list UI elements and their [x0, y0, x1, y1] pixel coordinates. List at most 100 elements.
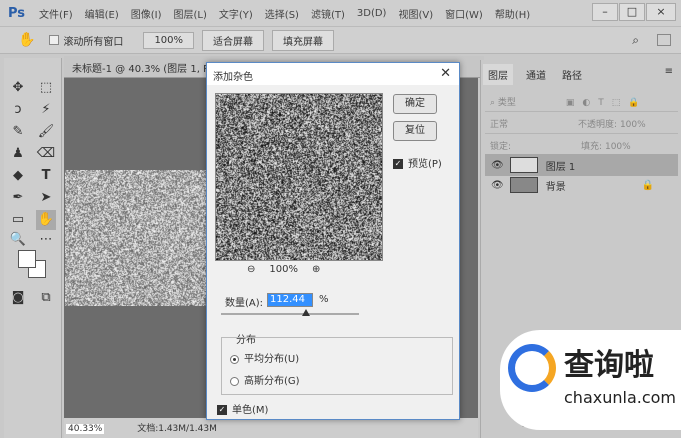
- brush-icon[interactable]: 🖌: [36, 122, 56, 142]
- screen-mode-icon[interactable]: ⧉: [36, 288, 56, 308]
- layer-filter-row: ⌕ 类型 ▣◐T⬚🔒: [485, 90, 678, 112]
- menu-3d[interactable]: 3D(D): [357, 8, 387, 19]
- layer-thumbnail: [510, 157, 538, 173]
- amount-slider[interactable]: [221, 313, 359, 315]
- filter-icons[interactable]: ▣◐T⬚🔒: [566, 98, 648, 108]
- panel-menu-icon[interactable]: ≡: [665, 66, 673, 77]
- search-icon[interactable]: ⌕: [632, 33, 639, 48]
- ok-button[interactable]: 确定: [393, 94, 437, 114]
- menu-edit[interactable]: 编辑(E): [85, 6, 119, 21]
- amount-label: 数量(A):: [225, 294, 263, 309]
- zoom-100-button[interactable]: 100%: [143, 32, 194, 49]
- preview-label: 预览(P): [408, 159, 442, 170]
- menu-file[interactable]: 文件(F): [39, 6, 73, 21]
- zoom-in-icon[interactable]: ⊕: [312, 264, 320, 275]
- hand-tool-icon[interactable]: ✋: [36, 210, 56, 230]
- gaussian-label: 高斯分布(G): [244, 376, 300, 387]
- add-noise-dialog: 添加杂色 ✕ 确定 复位 ✓ 预览(P) ⊖ 100% ⊕ 数量(A): 112.4…: [206, 62, 460, 420]
- opacity-value[interactable]: 100%: [620, 120, 646, 130]
- amount-unit: %: [319, 294, 329, 305]
- lock-row: 锁定: 填充: 100%: [485, 134, 678, 156]
- layer-name: 图层 1: [546, 158, 576, 173]
- layer-row[interactable]: 👁 背景 🔒: [485, 174, 678, 196]
- close-icon[interactable]: ✕: [440, 66, 451, 81]
- watermark-url: chaxunla.com: [564, 388, 676, 407]
- preview-checkbox-row[interactable]: ✓ 预览(P): [393, 155, 442, 170]
- quick-mask-icon[interactable]: ◙: [8, 288, 28, 308]
- tab-channels[interactable]: 通道: [521, 64, 551, 85]
- eyedropper-icon[interactable]: ✎: [8, 122, 28, 142]
- gaussian-radio-row[interactable]: 高斯分布(G): [230, 372, 300, 387]
- move-tool-icon[interactable]: ✥: [8, 78, 28, 98]
- eraser-icon[interactable]: ⌫: [36, 144, 56, 164]
- lock-label: 锁定:: [490, 142, 511, 152]
- layer-thumbnail: [510, 177, 538, 193]
- stamp-tool-icon[interactable]: ♟: [8, 144, 28, 164]
- doc-size: 文档:1.43M/1.43M: [137, 424, 217, 434]
- toolbox: ✥ ⬚ ↄ ⚡ ✎ 🖌 ♟ ⌫ ◆ T ✒ ➤ ▭ ✋ 🔍 ⋯ ◙ ⧉: [4, 58, 62, 438]
- filter-kind[interactable]: 类型: [498, 98, 516, 108]
- type-tool-icon[interactable]: T: [36, 166, 56, 186]
- amount-input[interactable]: 112.44: [267, 293, 313, 307]
- menu-image[interactable]: 图像(I): [131, 6, 162, 21]
- slider-thumb[interactable]: [302, 309, 310, 316]
- visibility-eye-icon[interactable]: 👁: [491, 160, 504, 171]
- menu-select[interactable]: 选择(S): [265, 6, 299, 21]
- blend-mode[interactable]: 正常: [490, 120, 508, 130]
- maximize-button[interactable]: □: [619, 3, 645, 21]
- mono-checkbox-row[interactable]: ✓ 单色(M): [217, 401, 268, 416]
- fill-label: 填充:: [581, 142, 602, 152]
- scroll-all-label: 滚动所有窗口: [63, 33, 123, 48]
- marquee-tool-icon[interactable]: ⬚: [36, 78, 56, 98]
- opacity-label: 不透明度:: [578, 120, 617, 130]
- menu-help[interactable]: 帮助(H): [495, 6, 530, 21]
- fit-screen-button[interactable]: 适合屏幕: [202, 30, 264, 51]
- pen-tool-icon[interactable]: ✒: [8, 188, 28, 208]
- visibility-eye-icon[interactable]: 👁: [491, 180, 504, 191]
- menu-filter[interactable]: 滤镜(T): [311, 6, 345, 21]
- fill-screen-button[interactable]: 填充屏幕: [272, 30, 334, 51]
- menu-view[interactable]: 视图(V): [398, 6, 433, 21]
- uniform-radio[interactable]: [230, 355, 239, 364]
- status-bar: 40.33% 文档:1.43M/1.43M: [64, 418, 478, 438]
- preview-checkbox[interactable]: ✓: [393, 159, 403, 169]
- uniform-radio-row[interactable]: 平均分布(U): [230, 350, 299, 365]
- uniform-label: 平均分布(U): [244, 354, 299, 365]
- gaussian-radio[interactable]: [230, 377, 239, 386]
- menu-window[interactable]: 窗口(W): [445, 6, 483, 21]
- options-bar: ✋ 滚动所有窗口 100% 适合屏幕 填充屏幕 ⌕: [0, 26, 681, 54]
- menu-type[interactable]: 文字(Y): [219, 6, 253, 21]
- mono-label: 单色(M): [232, 405, 268, 416]
- watermark-logo-icon: [508, 344, 556, 392]
- app-logo: Ps: [8, 6, 25, 21]
- magic-wand-icon[interactable]: ⚡: [36, 100, 56, 120]
- tab-paths[interactable]: 路径: [557, 64, 587, 85]
- tab-layers[interactable]: 图层: [483, 64, 513, 85]
- preview-image[interactable]: [215, 93, 383, 261]
- distribution-group: 平均分布(U) 高斯分布(G): [221, 337, 453, 395]
- minimize-button[interactable]: –: [592, 3, 618, 21]
- layer-row[interactable]: 👁 图层 1: [485, 154, 678, 176]
- hand-tool-icon[interactable]: ✋: [18, 32, 35, 48]
- path-select-icon[interactable]: ➤: [36, 188, 56, 208]
- dialog-title: 添加杂色: [213, 72, 253, 83]
- lasso-tool-icon[interactable]: ↄ: [8, 100, 28, 120]
- scroll-all-checkbox[interactable]: [49, 35, 59, 45]
- close-button[interactable]: ×: [646, 3, 676, 21]
- reset-button[interactable]: 复位: [393, 121, 437, 141]
- dialog-titlebar: 添加杂色 ✕: [207, 63, 459, 85]
- fill-value[interactable]: 100%: [605, 142, 631, 152]
- document-canvas[interactable]: [65, 170, 206, 306]
- bucket-icon[interactable]: ◆: [8, 166, 28, 186]
- more-tools-icon[interactable]: ⋯: [36, 230, 56, 250]
- zoom-tool-icon[interactable]: 🔍: [8, 230, 28, 250]
- zoom-field[interactable]: 40.33%: [66, 424, 104, 434]
- blend-row: 正常 不透明度: 100%: [485, 112, 678, 134]
- foreground-color-swatch[interactable]: [18, 250, 36, 268]
- mono-checkbox[interactable]: ✓: [217, 405, 227, 415]
- menu-layer[interactable]: 图层(L): [174, 6, 207, 21]
- rectangle-tool-icon[interactable]: ▭: [8, 210, 28, 230]
- workspace-icon[interactable]: [657, 34, 671, 46]
- zoom-out-icon[interactable]: ⊖: [247, 264, 255, 275]
- lock-icon: 🔒: [642, 180, 654, 191]
